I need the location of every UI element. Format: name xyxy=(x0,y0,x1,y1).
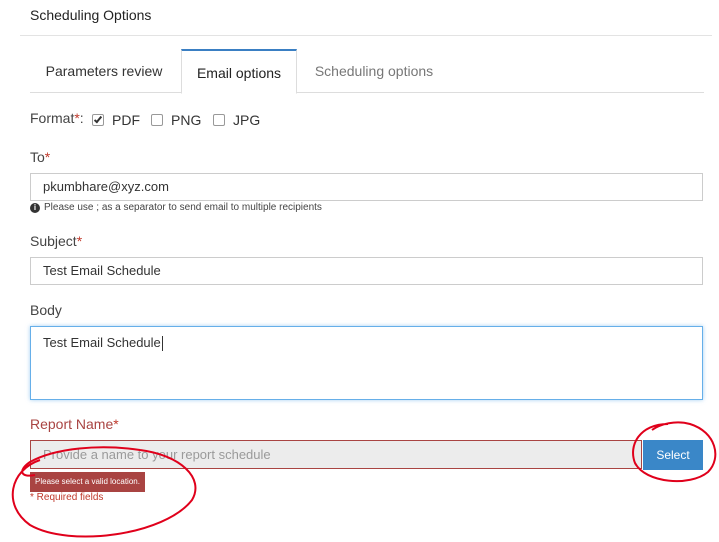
tab-label: Parameters review xyxy=(45,63,163,79)
jpg-checkbox[interactable] xyxy=(213,114,225,126)
required-fields-note: * Required fields xyxy=(30,492,104,503)
tab-label: Email options xyxy=(196,65,282,81)
required-mark: * xyxy=(44,149,51,165)
tab-label: Scheduling options xyxy=(314,63,434,79)
body-label-text: Body xyxy=(30,302,62,318)
panel-header: Scheduling Options xyxy=(20,0,712,36)
tab-bar: Parameters review Email options Scheduli… xyxy=(30,49,704,94)
text-caret xyxy=(161,336,163,352)
select-button[interactable]: Select xyxy=(643,440,703,470)
format-label-text: Format xyxy=(30,110,75,126)
required-mark: * xyxy=(113,416,119,432)
report-name-label: Report Name* xyxy=(30,416,119,432)
to-label-text: To xyxy=(30,149,45,165)
tab-scheduling-options[interactable]: Scheduling options xyxy=(300,49,448,93)
to-value: pkumbhare@xyz.com xyxy=(43,179,169,194)
body-label: Body xyxy=(30,302,62,318)
subject-input[interactable]: Test Email Schedule xyxy=(30,257,703,285)
check-icon xyxy=(93,114,103,124)
pdf-label: PDF xyxy=(112,112,140,128)
to-label: To* xyxy=(30,149,50,165)
report-name-input[interactable]: Provide a name to your report schedule xyxy=(30,440,642,469)
format-colon: : xyxy=(79,110,84,126)
png-checkbox[interactable] xyxy=(151,114,163,126)
tab-parameters-review[interactable]: Parameters review xyxy=(30,49,178,93)
report-name-label-text: Report Name xyxy=(30,416,114,432)
panel-title: Scheduling Options xyxy=(30,7,152,23)
subject-value: Test Email Schedule xyxy=(43,263,161,278)
format-label: Format*: xyxy=(30,110,84,126)
png-label: PNG xyxy=(171,112,202,128)
tab-email-options[interactable]: Email options xyxy=(181,49,297,94)
jpg-label: JPG xyxy=(233,112,261,128)
validation-error-badge: Please select a valid location. xyxy=(30,472,145,492)
to-help: i Please use ; as a separator to send em… xyxy=(30,202,322,213)
pdf-checkbox[interactable] xyxy=(92,114,104,126)
to-input[interactable]: pkumbhare@xyz.com xyxy=(30,173,703,201)
body-value: Test Email Schedule xyxy=(43,335,161,350)
info-icon: i xyxy=(30,202,40,213)
subject-label: Subject* xyxy=(30,233,82,249)
report-name-placeholder: Provide a name to your report schedule xyxy=(43,447,271,462)
body-textarea[interactable]: Test Email Schedule xyxy=(30,326,703,400)
required-mark: * xyxy=(76,233,83,249)
subject-label-text: Subject xyxy=(30,233,77,249)
to-help-text: Please use ; as a separator to send emai… xyxy=(44,202,322,213)
